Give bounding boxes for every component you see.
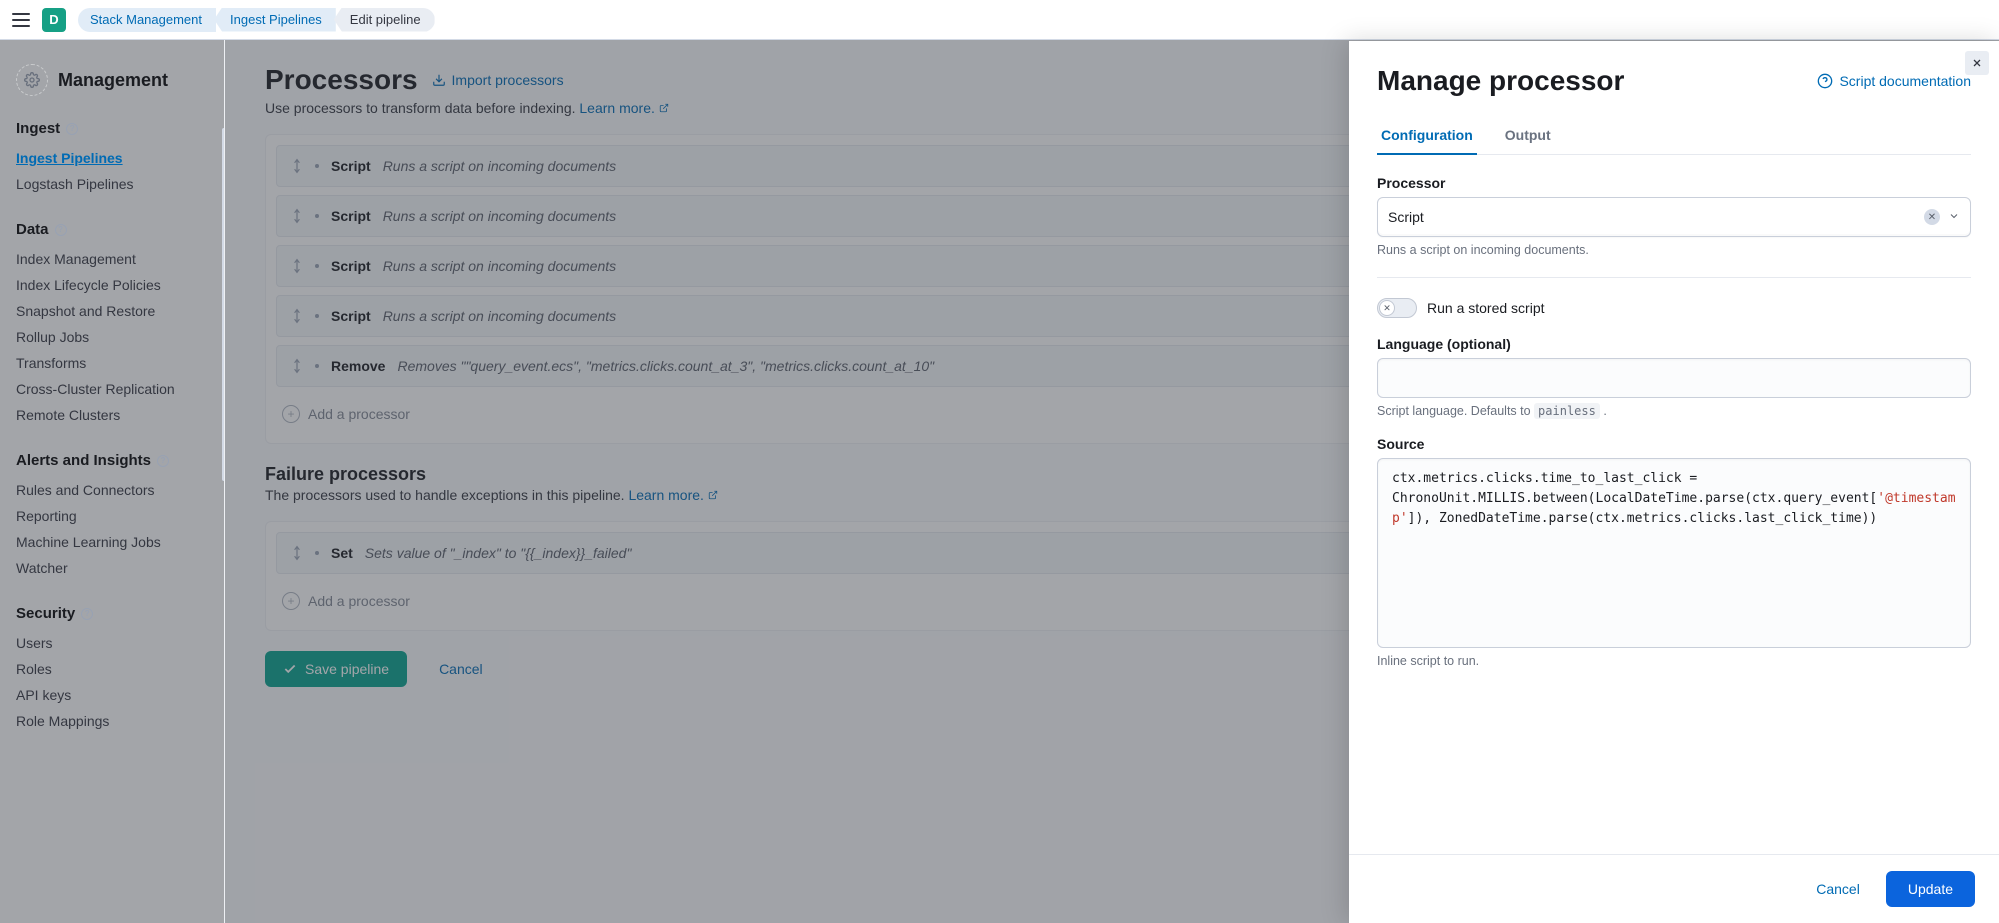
sidebar-item-rules[interactable]: Rules and Connectors [16,477,208,503]
language-help-text: Script language. Defaults to painless . [1377,404,1971,418]
processor-help-text: Runs a script on incoming documents. [1377,243,1971,257]
flyout-update-button[interactable]: Update [1886,871,1975,907]
manage-processor-flyout: Manage processor Script documentation Co… [1349,41,1999,923]
sidebar-item-ccr[interactable]: Cross-Cluster Replication [16,376,208,402]
sidebar-section-ingest: Ingest ? [16,120,208,137]
clear-icon[interactable]: ✕ [1924,209,1940,225]
sidebar: Management Ingest ? Ingest Pipelines Log… [0,40,225,923]
sidebar-item-rollup[interactable]: Rollup Jobs [16,324,208,350]
script-documentation-link[interactable]: Script documentation [1817,73,1971,89]
switch-knob: ✕ [1379,300,1395,316]
sidebar-item-users[interactable]: Users [16,630,208,656]
sidebar-item-transforms[interactable]: Transforms [16,350,208,376]
processor-field-label: Processor [1377,175,1971,191]
source-field-label: Source [1377,436,1971,452]
avatar[interactable]: D [42,8,66,32]
gear-icon [16,64,48,96]
sidebar-section-security: Security ? [16,605,208,622]
sidebar-item-remote-clusters[interactable]: Remote Clusters [16,402,208,428]
question-icon[interactable]: ? [66,123,78,135]
flyout-cancel-button[interactable]: Cancel [1802,871,1874,907]
question-icon[interactable]: ? [55,224,67,236]
sidebar-item-snapshot[interactable]: Snapshot and Restore [16,298,208,324]
tab-configuration[interactable]: Configuration [1377,117,1477,155]
flyout-tabs: Configuration Output [1377,117,1971,155]
source-code-editor[interactable]: ctx.metrics.clicks.time_to_last_click = … [1377,458,1971,648]
sidebar-section-data: Data ? [16,221,208,238]
sidebar-item-reporting[interactable]: Reporting [16,503,208,529]
sidebar-item-roles[interactable]: Roles [16,656,208,682]
divider [1377,277,1971,278]
sidebar-item-watcher[interactable]: Watcher [16,555,208,581]
tab-output[interactable]: Output [1501,117,1555,154]
help-icon [1817,73,1833,89]
close-flyout-button[interactable] [1965,51,1989,75]
sidebar-item-index-management[interactable]: Index Management [16,246,208,272]
stored-script-label: Run a stored script [1427,300,1545,316]
nav-toggle-icon[interactable] [12,13,30,27]
question-icon[interactable]: ? [157,455,169,467]
sidebar-item-logstash-pipelines[interactable]: Logstash Pipelines [16,171,208,197]
sidebar-item-api-keys[interactable]: API keys [16,682,208,708]
breadcrumb-item[interactable]: Stack Management [78,8,216,32]
source-help-text: Inline script to run. [1377,654,1971,668]
language-field-label: Language (optional) [1377,336,1971,352]
topbar: D Stack Management Ingest Pipelines Edit… [0,0,1999,40]
processor-type-value: Script [1388,209,1916,225]
breadcrumb-item: Edit pipeline [334,8,435,32]
processor-type-select[interactable]: Script ✕ [1377,197,1971,237]
sidebar-title: Management [58,70,168,91]
flyout-title: Manage processor [1377,65,1624,97]
stored-script-toggle[interactable]: ✕ [1377,298,1417,318]
sidebar-item-ingest-pipelines[interactable]: Ingest Pipelines [16,145,208,171]
breadcrumb-item[interactable]: Ingest Pipelines [214,8,336,32]
sidebar-item-ilm[interactable]: Index Lifecycle Policies [16,272,208,298]
language-input[interactable] [1377,358,1971,398]
painless-code: painless [1534,403,1600,419]
close-icon [1971,57,1983,69]
question-icon[interactable]: ? [81,608,93,620]
sidebar-section-alerts: Alerts and Insights ? [16,452,208,469]
sidebar-item-ml-jobs[interactable]: Machine Learning Jobs [16,529,208,555]
breadcrumb: Stack Management Ingest Pipelines Edit p… [78,8,435,32]
sidebar-item-role-mappings[interactable]: Role Mappings [16,708,208,734]
chevron-down-icon [1948,209,1960,225]
